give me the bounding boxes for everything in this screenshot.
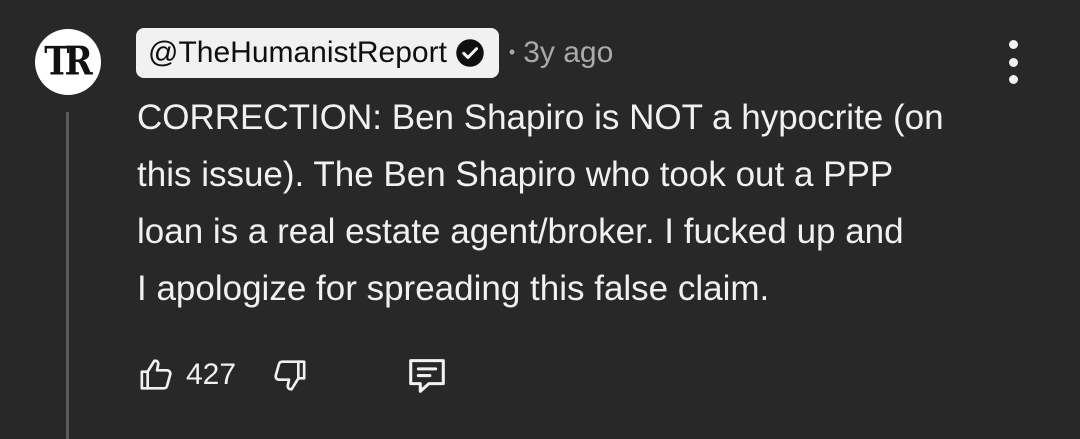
verified-check-icon (455, 38, 485, 68)
more-vertical-icon-dot (1008, 75, 1018, 84)
avatar[interactable]: TR (35, 29, 101, 95)
more-vertical-icon-dot (1008, 40, 1018, 49)
comment-meta: • 3y ago (509, 38, 613, 68)
comment-timestamp[interactable]: 3y ago (523, 36, 613, 69)
comment-header: @TheHumanistReport • 3y ago (136, 28, 613, 78)
thumbs-up-icon (140, 359, 172, 390)
like-count: 427 (186, 358, 237, 391)
avatar-logo-text: TR (44, 39, 93, 85)
comment-actions: 427 (134, 350, 452, 400)
like-button[interactable] (134, 353, 178, 397)
dislike-button[interactable] (268, 353, 312, 397)
more-options-button[interactable] (998, 40, 1028, 84)
more-vertical-icon-dot (1008, 57, 1018, 67)
author-handle: @TheHumanistReport (148, 36, 447, 69)
thumbs-down-icon (274, 360, 306, 391)
comment-text: CORRECTION: Ben Shapiro is NOT a hypocri… (137, 98, 944, 308)
comment-icon (409, 359, 445, 393)
author-chip[interactable]: @TheHumanistReport (136, 28, 499, 78)
reply-button[interactable] (402, 350, 452, 400)
thread-line (66, 112, 69, 439)
meta-separator: • (508, 42, 516, 62)
